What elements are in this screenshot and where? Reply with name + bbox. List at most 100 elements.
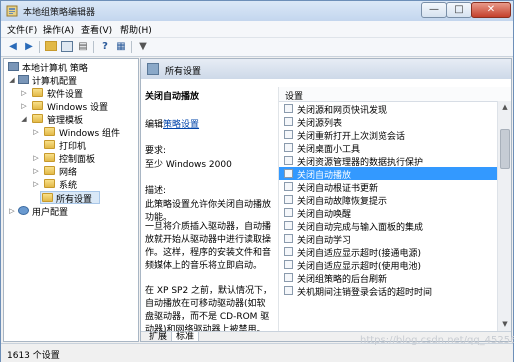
details-title: 所有设置 xyxy=(165,67,202,77)
setting-row[interactable]: 关机期间注销登录会话的超时时间 xyxy=(279,284,497,298)
settings-column-header[interactable]: 设置 xyxy=(279,87,511,102)
description-label: 描述: xyxy=(145,186,167,196)
folder-icon xyxy=(44,166,55,175)
expand-arrow-icon[interactable]: ▷ xyxy=(32,127,40,137)
description-panel: 关闭自动播放 编辑策略设置 要求: 至少 Windows 2000 描述: 此策… xyxy=(141,79,277,331)
status-text: 1613 个设置 xyxy=(7,351,60,361)
scroll-down-icon[interactable]: ▼ xyxy=(498,318,511,331)
setting-label: 关机期间注销登录会话的超时时间 xyxy=(297,288,433,298)
minimize-button[interactable]: — xyxy=(421,2,447,18)
folder-icon xyxy=(32,88,43,97)
properties-icon[interactable]: ▦ xyxy=(115,41,127,53)
setting-row[interactable]: 关闭自动根证书更新 xyxy=(279,180,497,194)
policy-setting-icon xyxy=(284,195,293,204)
window-title: 本地组策略编辑器 xyxy=(23,8,96,18)
description-paragraph-1: 一旦将介质插入驱动器，自动播放就开始从驱动器中进行读取操作。这样，程序的安装文件… xyxy=(145,222,272,271)
policy-setting-icon xyxy=(284,208,293,217)
folder-icon xyxy=(32,114,43,123)
close-button[interactable]: ✕ xyxy=(471,2,511,18)
settings-scrollbar[interactable]: ▲ ▼ xyxy=(497,101,511,331)
scroll-up-icon[interactable]: ▲ xyxy=(498,101,511,114)
folder-icon xyxy=(44,127,55,136)
collapse-arrow-icon[interactable]: ◢ xyxy=(20,114,28,124)
forward-icon[interactable]: ▶ xyxy=(23,41,35,53)
policy-setting-icon xyxy=(284,104,293,113)
folder-icon xyxy=(44,140,55,149)
expand-arrow-icon[interactable]: ▷ xyxy=(32,166,40,176)
description-text: 此策略设置允许你关闭自动播放功能。 xyxy=(145,200,272,223)
policy-setting-icon xyxy=(284,247,293,256)
tree-item-all-settings[interactable]: 所有设置 xyxy=(40,191,100,205)
setting-row[interactable]: 关闭自动故障恢复提示 xyxy=(279,193,497,207)
menu-view[interactable]: 查看(V) xyxy=(81,23,112,36)
expand-arrow-icon[interactable]: ▷ xyxy=(20,101,28,111)
setting-row[interactable]: 关闭自动学习 xyxy=(279,232,497,246)
toolbar-separator xyxy=(131,41,132,53)
policy-setting-icon xyxy=(284,169,293,178)
setting-row[interactable]: 关闭自动播放 xyxy=(279,167,497,181)
setting-row[interactable]: 关闭自动唤醒 xyxy=(279,206,497,220)
policy-editor-icon xyxy=(6,5,18,17)
title-bar[interactable]: 本地组策略编辑器 — □ ✕ xyxy=(1,1,513,21)
requirements-label: 要求: xyxy=(145,146,167,156)
toolbar-separator xyxy=(93,41,94,53)
back-icon[interactable]: ◀ xyxy=(7,41,19,53)
expand-arrow-icon[interactable]: ▷ xyxy=(32,179,40,189)
toolbar-separator xyxy=(39,41,40,53)
expand-arrow-icon[interactable]: ▷ xyxy=(20,88,28,98)
filter-icon[interactable]: ▼ xyxy=(137,41,149,53)
setting-row[interactable]: 关闭源列表 xyxy=(279,115,497,129)
watermark: https://blog.csdn.net/qq_45256362 xyxy=(360,335,514,346)
setting-row[interactable]: 关闭自适应显示超时(接通电源) xyxy=(279,245,497,259)
settings-folder-icon xyxy=(147,63,159,75)
tab-extended[interactable]: 扩展 xyxy=(145,332,171,341)
edit-policy-link[interactable]: 策略设置 xyxy=(163,120,199,130)
setting-row[interactable]: 关闭桌面小工具 xyxy=(279,141,497,155)
policy-setting-icon xyxy=(284,286,293,295)
policy-setting-icon xyxy=(284,273,293,282)
policy-setting-icon xyxy=(284,234,293,243)
expand-arrow-icon[interactable]: ▷ xyxy=(32,153,40,163)
menu-help[interactable]: 帮助(H) xyxy=(120,23,152,36)
setting-row[interactable]: 关闭资源管理器的数据执行保护 xyxy=(279,154,497,168)
details-pane: 所有设置 关闭自动播放 编辑策略设置 要求: 至少 Windows 2000 描… xyxy=(140,58,512,342)
gpedit-window: 本地组策略编辑器 — □ ✕ 文件(F) 操作(A) 查看(V) 帮助(H) ◀… xyxy=(0,0,514,362)
details-header: 所有设置 xyxy=(141,59,511,79)
help-icon[interactable]: ? xyxy=(99,41,111,53)
setting-row[interactable]: 关闭组策略的后台刷新 xyxy=(279,271,497,285)
toolbar: ◀ ▶ ▤ ? ▦ ▼ xyxy=(1,38,513,57)
policy-setting-icon xyxy=(284,221,293,230)
policy-setting-icon xyxy=(284,182,293,191)
collapse-arrow-icon[interactable]: ◢ xyxy=(8,75,16,85)
folder-icon xyxy=(44,153,55,162)
setting-row[interactable]: 关闭重新打开上次浏览会话 xyxy=(279,128,497,142)
policy-title: 关闭自动播放 xyxy=(145,92,200,102)
scroll-thumb[interactable] xyxy=(500,129,510,169)
settings-list: 设置 关闭源和网页快讯发现 关闭源列表 关闭重新打开上次浏览会话 关闭桌面小工具 关闭资… xyxy=(278,87,511,331)
folder-icon xyxy=(42,193,53,202)
computer-icon xyxy=(18,75,29,84)
policy-setting-icon xyxy=(284,143,293,152)
folder-icon xyxy=(32,101,43,110)
computer-policy-icon xyxy=(8,62,19,71)
export-list-icon[interactable]: ▤ xyxy=(77,41,89,53)
up-folder-icon[interactable] xyxy=(45,41,57,53)
menu-action[interactable]: 操作(A) xyxy=(43,23,74,36)
navigation-tree: 本地计算机 策略 ◢ 计算机配置 ▷ 软件设置 ▷ Windows 设置 ◢ 管… xyxy=(3,58,139,342)
description-paragraph-2: 在 XP SP2 之前，默认情况下，自动播放在可移动驱动器(如软盘驱动器，而不是… xyxy=(145,286,273,331)
folder-icon xyxy=(44,179,55,188)
tab-standard[interactable]: 标准 xyxy=(171,332,200,341)
setting-row[interactable]: 关闭自适应显示超时(使用电池) xyxy=(279,258,497,272)
show-hide-tree-icon[interactable] xyxy=(61,41,73,53)
menu-file[interactable]: 文件(F) xyxy=(7,23,37,36)
requirements-value: 至少 Windows 2000 xyxy=(145,160,232,170)
user-icon xyxy=(18,206,29,215)
setting-row[interactable]: 关闭源和网页快讯发现 xyxy=(279,102,497,116)
edit-line: 编辑策略设置 xyxy=(145,120,200,130)
expand-arrow-icon[interactable]: ▷ xyxy=(8,206,16,216)
setting-row[interactable]: 关闭自动完成与输入面板的集成 xyxy=(279,219,497,233)
policy-setting-icon xyxy=(284,260,293,269)
menu-bar: 文件(F) 操作(A) 查看(V) 帮助(H) xyxy=(1,21,513,38)
maximize-button[interactable]: □ xyxy=(446,2,472,18)
policy-setting-icon xyxy=(284,117,293,126)
